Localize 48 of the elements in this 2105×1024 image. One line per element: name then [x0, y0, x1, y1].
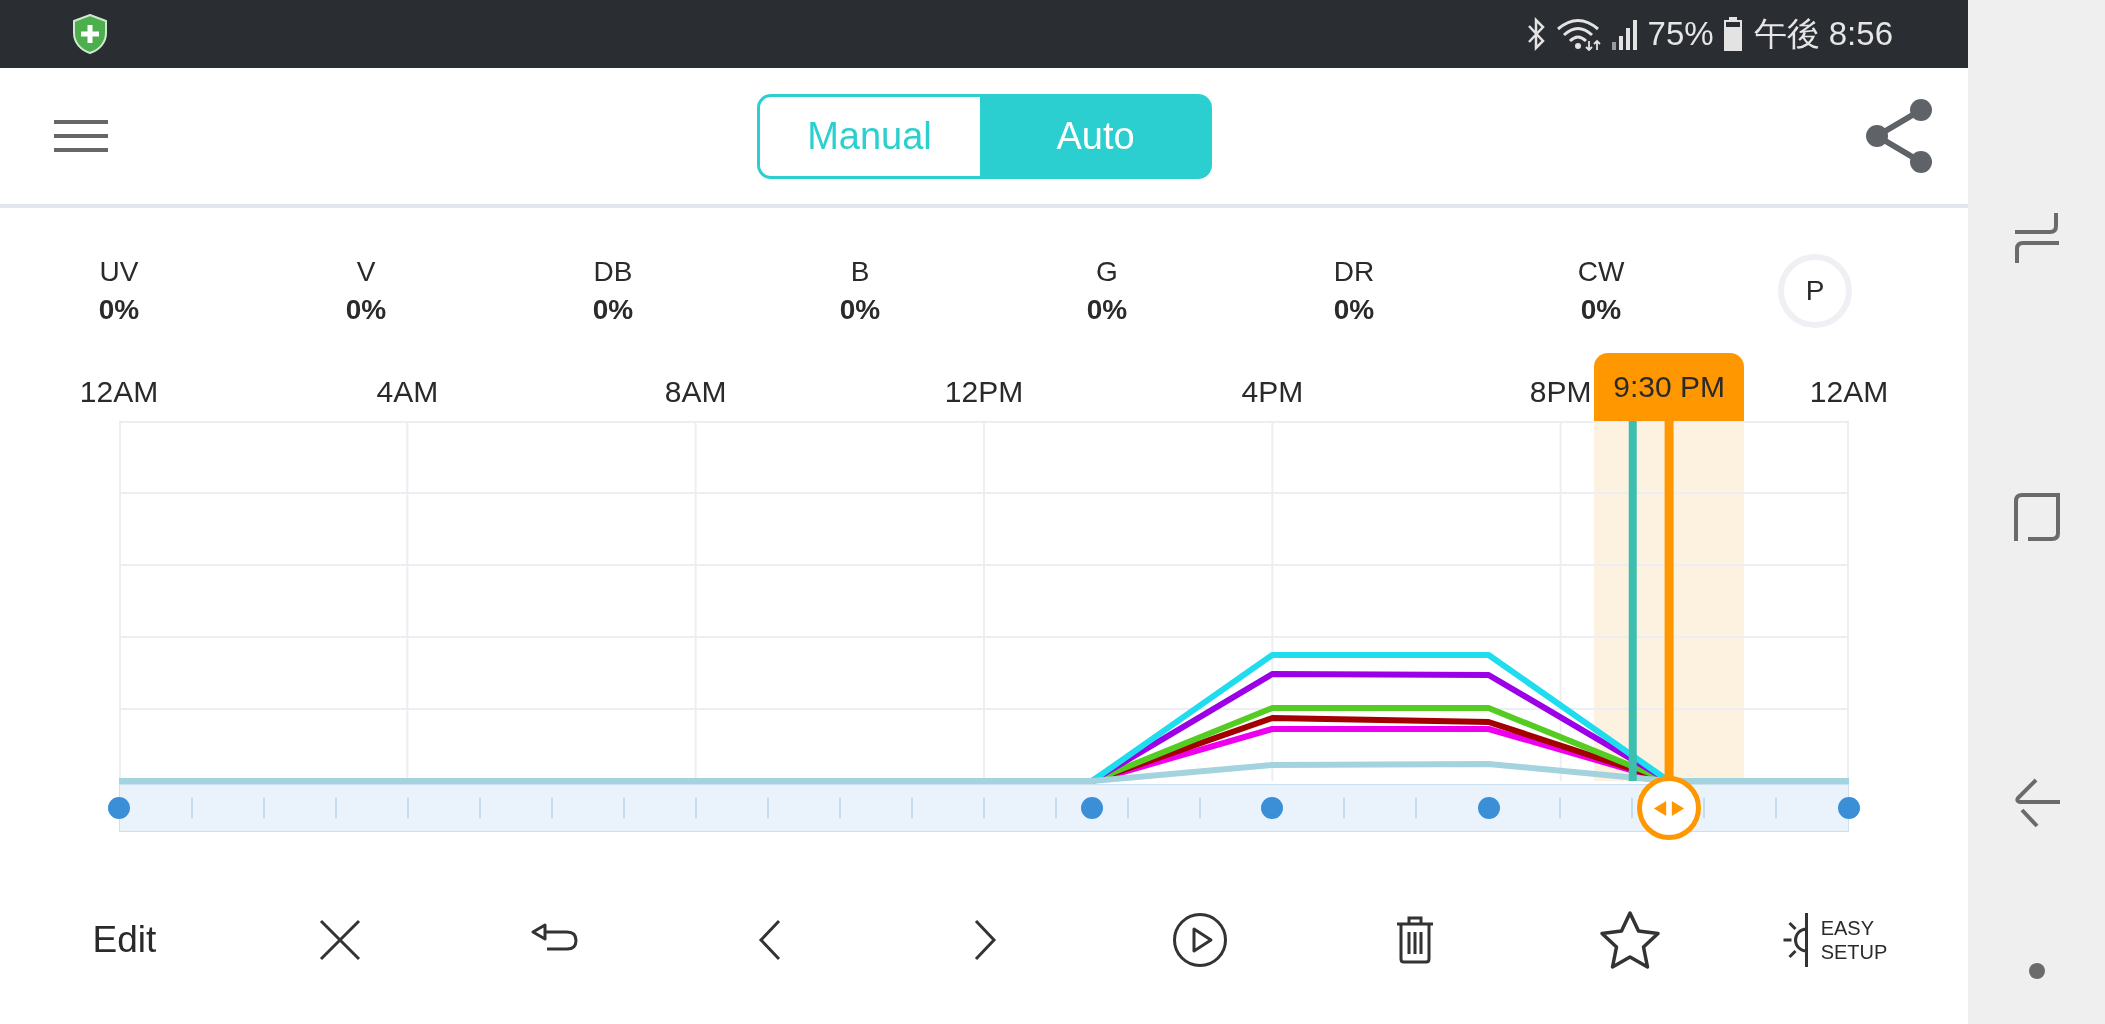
- chevron-left-icon[interactable]: [757, 918, 782, 962]
- play-circle-icon[interactable]: [1171, 912, 1228, 968]
- timeline-track[interactable]: [119, 784, 1849, 832]
- channel-label: CW: [1577, 255, 1625, 289]
- time-axis-label: 8AM: [664, 374, 727, 410]
- chevron-right-icon[interactable]: [972, 918, 997, 962]
- signal-bars-icon: [1611, 18, 1638, 50]
- time-badge: 9:30 PM: [1594, 353, 1745, 421]
- channel-label: DR: [1333, 255, 1375, 289]
- channel-value: 0%: [1333, 293, 1375, 327]
- dot-icon[interactable]: [2028, 963, 2045, 979]
- battery-icon: [1723, 17, 1742, 51]
- edit-button[interactable]: Edit: [92, 919, 157, 961]
- back-arrow-icon[interactable]: [2013, 778, 2060, 828]
- time-axis-label: 4AM: [376, 374, 439, 410]
- channel-label: G: [1096, 255, 1118, 289]
- channel-label: UV: [99, 255, 139, 289]
- easy-setup-button[interactable]: EASY SETUP: [1781, 911, 1888, 969]
- channel-value: 0%: [345, 293, 387, 327]
- time-axis-label: 12AM: [79, 374, 159, 410]
- left-right-arrows-icon: [1652, 799, 1687, 817]
- star-icon[interactable]: [1597, 910, 1662, 970]
- recent-apps-icon[interactable]: [2013, 212, 2060, 264]
- trash-icon[interactable]: [1394, 915, 1435, 965]
- channel-value: 0%: [839, 293, 881, 327]
- menu-icon[interactable]: [54, 120, 108, 152]
- battery-percent: 75%: [1647, 14, 1714, 54]
- shield-plus-icon: [72, 14, 108, 54]
- preset-button[interactable]: P: [1778, 254, 1852, 328]
- channel-label: DB: [593, 255, 633, 289]
- channel-value: 0%: [1580, 293, 1622, 327]
- channel-value: 0%: [1086, 293, 1128, 327]
- wifi-icon: [1555, 17, 1602, 51]
- time-axis-label: 12PM: [944, 374, 1024, 410]
- channel-value: 0%: [592, 293, 634, 327]
- clock-text: 午後 8:56: [1753, 14, 1893, 54]
- time-axis-label: 12AM: [1809, 374, 1889, 410]
- channel-label: V: [356, 255, 376, 289]
- keyframe-dot[interactable]: [1838, 797, 1860, 819]
- channel-label: B: [850, 255, 870, 289]
- half-sun-icon: [1781, 911, 1809, 969]
- keyframe-dot[interactable]: [108, 797, 130, 819]
- time-axis-label: 8PM: [1529, 374, 1592, 410]
- share-icon[interactable]: [1865, 98, 1933, 174]
- close-icon[interactable]: [317, 918, 362, 962]
- bluetooth-icon: [1525, 17, 1546, 51]
- channel-value: 0%: [98, 293, 140, 327]
- time-axis-label: 4PM: [1241, 374, 1304, 410]
